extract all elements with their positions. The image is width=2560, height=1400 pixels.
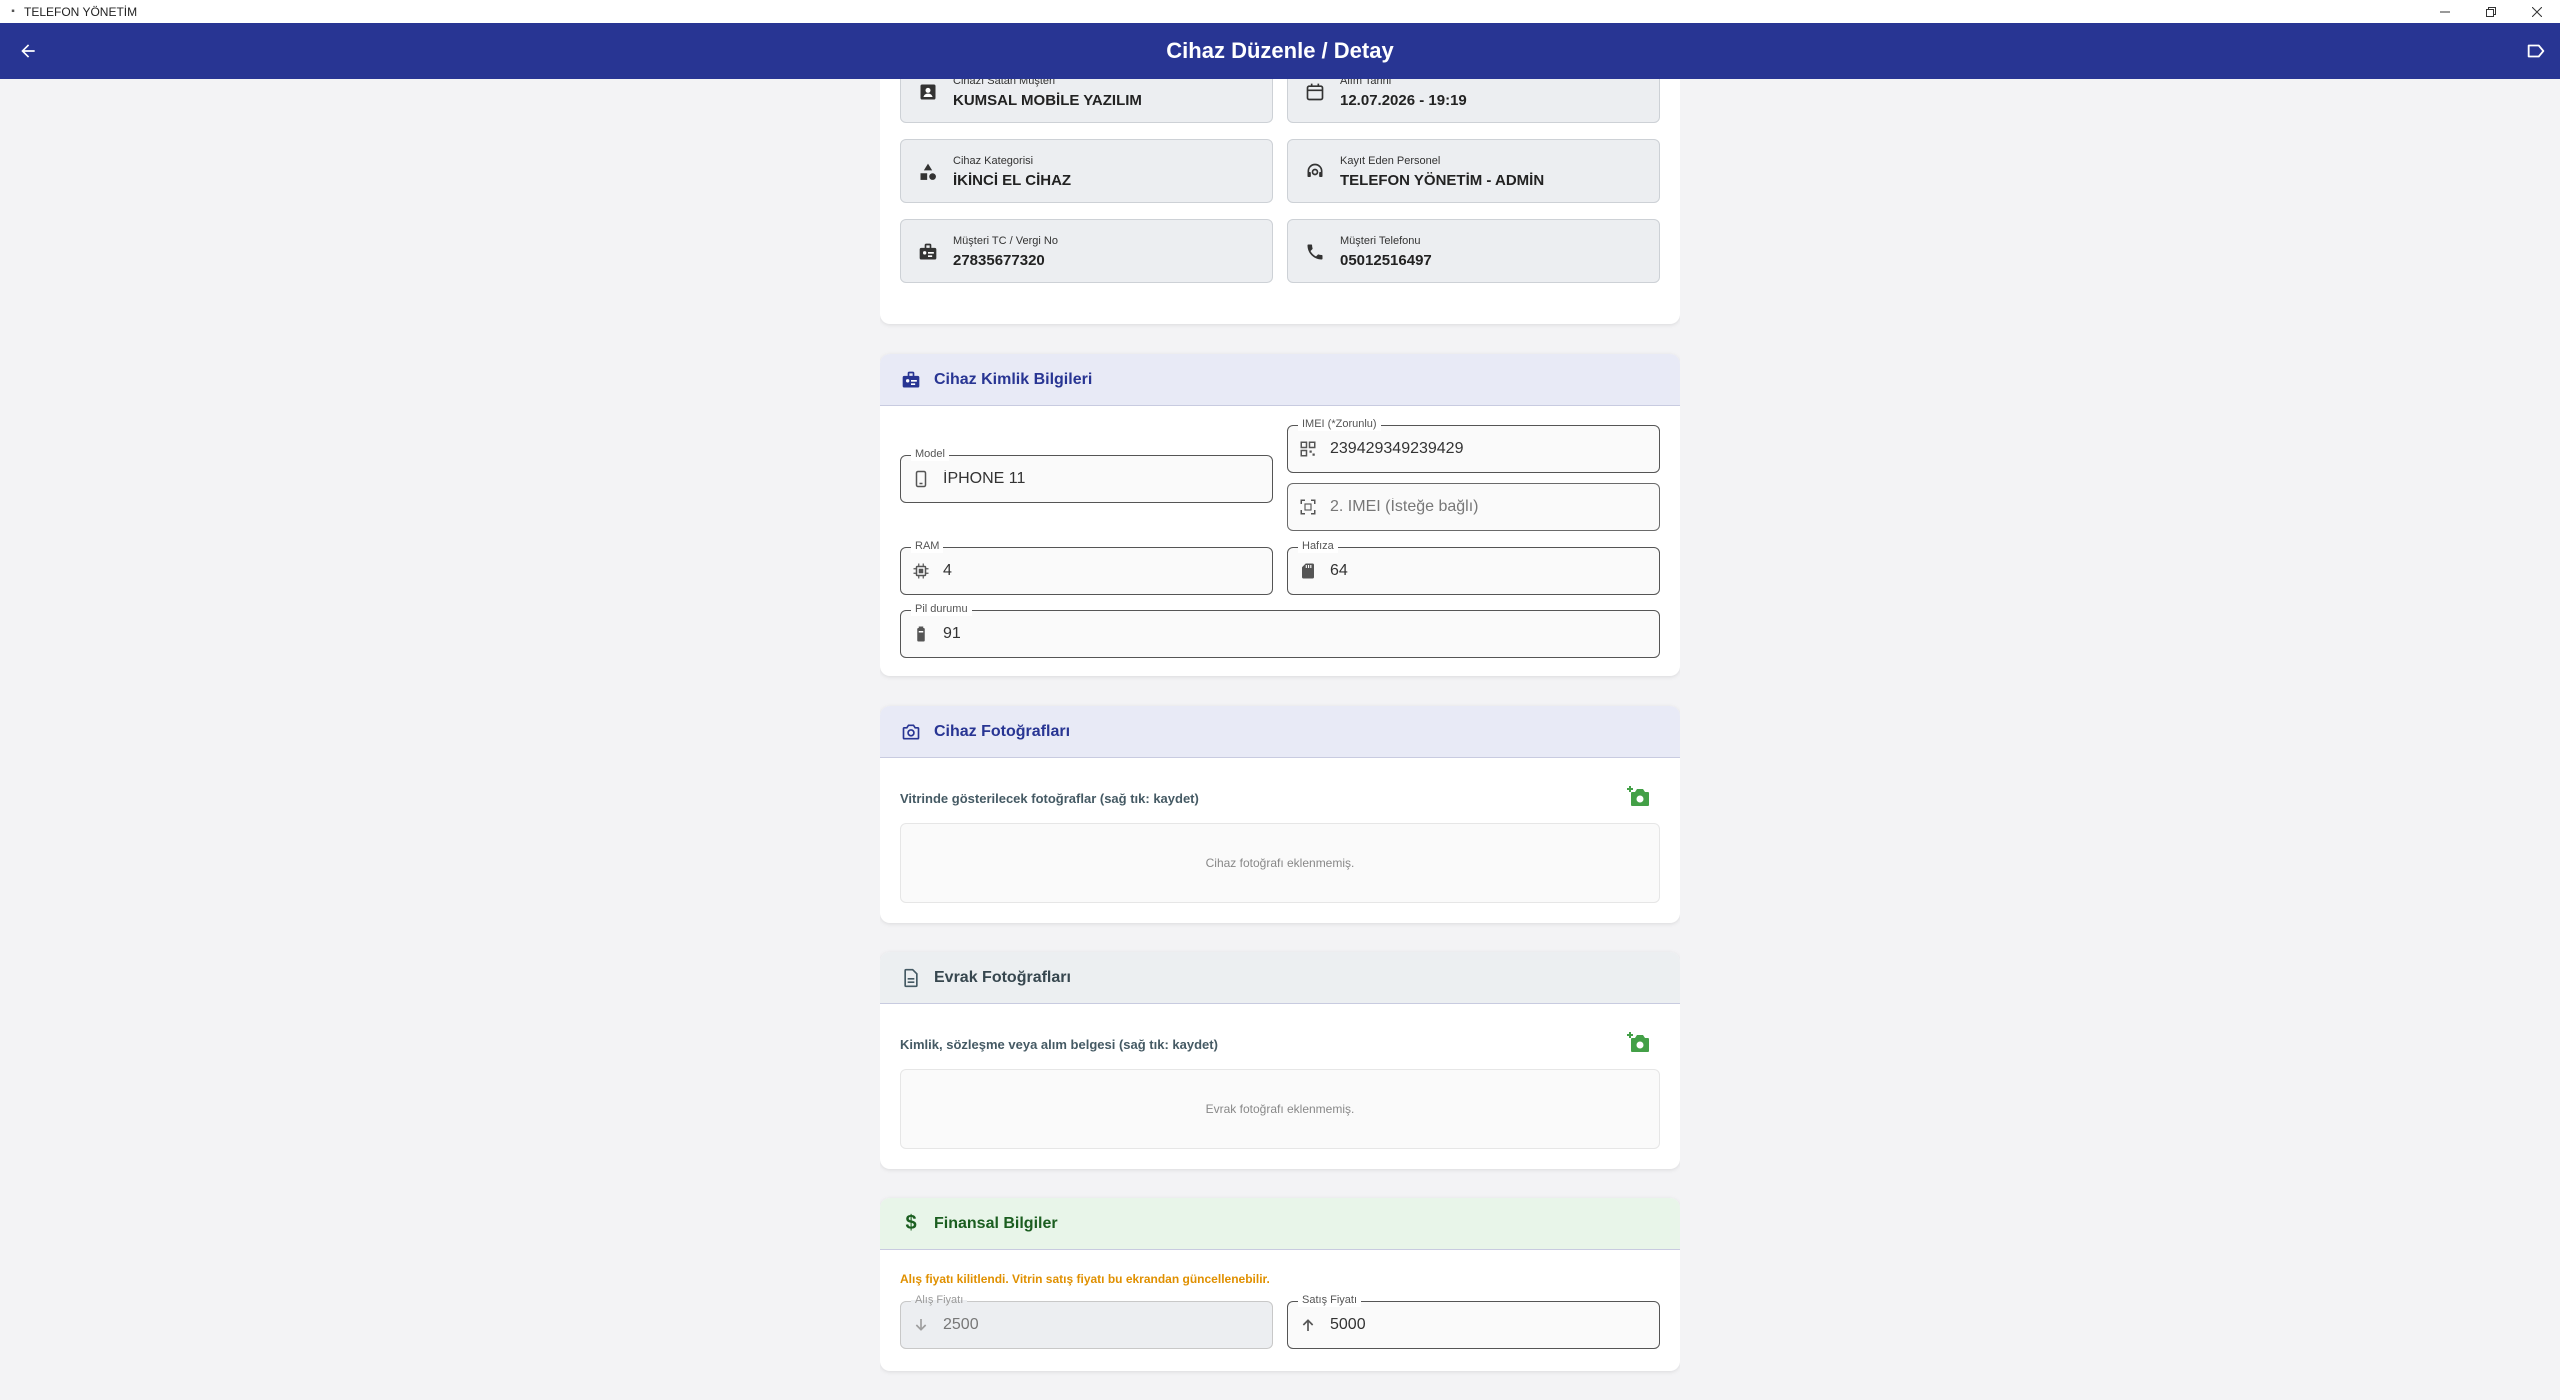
document-photos-title: Evrak Fotoğrafları bbox=[934, 968, 1071, 986]
sell-price-field[interactable]: Satış Fiyatı bbox=[1287, 1293, 1660, 1349]
device-photos-card: Cihaz Fotoğrafları Vitrinde gösterilecek… bbox=[880, 706, 1680, 923]
document-photos-card: Evrak Fotoğrafları Kimlik, sözleşme veya… bbox=[880, 952, 1680, 1169]
window-controls bbox=[2422, 0, 2560, 23]
battery-field[interactable]: Pil durumu bbox=[900, 602, 1660, 658]
device-photos-subtitle: Vitrinde gösterilecek fotoğraflar (sağ t… bbox=[900, 791, 1199, 806]
label-icon bbox=[2527, 44, 2545, 58]
info-label: Kayıt Eden Personel bbox=[1340, 155, 1441, 167]
support-agent-icon bbox=[1304, 161, 1326, 183]
qr-scanner-icon bbox=[1298, 497, 1318, 517]
page-title: Cihaz Düzenle / Detay bbox=[1166, 38, 1394, 63]
smartphone-icon bbox=[911, 469, 931, 489]
info-label: Müşteri TC / Vergi No bbox=[953, 235, 1058, 247]
finance-warning: Alış fiyatı kilitlendi. Vitrin satış fiy… bbox=[900, 1272, 1270, 1286]
arrow-down-icon bbox=[911, 1315, 931, 1335]
customer-info-card: Cihazı Satan Müşteri KUMSAL MOBİLE YAZIL… bbox=[880, 79, 1680, 324]
label-button[interactable] bbox=[2522, 37, 2550, 65]
document-icon bbox=[900, 967, 922, 989]
minimize-button[interactable] bbox=[2422, 0, 2468, 23]
device-photos-header: Cihaz Fotoğrafları bbox=[880, 706, 1680, 758]
add-device-photo-button[interactable] bbox=[1625, 784, 1653, 810]
customer-phone-box: Müşteri Telefonu 05012516497 bbox=[1287, 219, 1660, 283]
buy-price-field: Alış Fiyatı bbox=[900, 1293, 1273, 1349]
info-value: TELEFON YÖNETİM - ADMİN bbox=[1340, 172, 1545, 189]
close-icon bbox=[2532, 6, 2542, 17]
finance-title: Finansal Bilgiler bbox=[934, 1214, 1058, 1232]
sell-price-input[interactable] bbox=[1330, 1302, 1649, 1348]
app-bar: Cihaz Düzenle / Detay bbox=[0, 23, 2560, 79]
info-value: 27835677320 bbox=[953, 252, 1045, 269]
info-label: Müşteri Telefonu bbox=[1340, 235, 1421, 247]
id-badge-icon bbox=[900, 369, 922, 391]
device-photos-title: Cihaz Fotoğrafları bbox=[934, 722, 1071, 740]
restore-icon bbox=[2486, 6, 2496, 17]
info-value: KUMSAL MOBİLE YAZILIM bbox=[953, 92, 1142, 109]
scroll-content[interactable]: Cihazı Satan Müşteri KUMSAL MOBİLE YAZIL… bbox=[880, 79, 1680, 1400]
info-value: İKİNCİ EL CİHAZ bbox=[953, 172, 1072, 189]
document-photos-empty: Evrak fotoğrafı eklenmemiş. bbox=[900, 1069, 1660, 1149]
dollar-icon: $ bbox=[905, 1212, 917, 1234]
battery-input[interactable] bbox=[943, 611, 1649, 657]
qr-code-icon bbox=[1298, 439, 1318, 459]
imei1-input[interactable] bbox=[1330, 426, 1649, 472]
purchase-date-box: Alım Tarihi 12.07.2026 - 19:19 bbox=[1287, 79, 1660, 123]
info-label: Cihaz Kategorisi bbox=[953, 155, 1034, 167]
ram-field[interactable]: RAM bbox=[900, 539, 1273, 595]
document-photos-subtitle: Kimlik, sözleşme veya alım belgesi (sağ … bbox=[900, 1037, 1218, 1052]
document-photos-header: Evrak Fotoğrafları bbox=[880, 952, 1680, 1004]
device-identity-card: Cihaz Kimlik Bilgileri Model IMEI (*Zoru… bbox=[880, 354, 1680, 676]
sd-card-icon bbox=[1298, 561, 1318, 581]
imei1-field[interactable]: IMEI (*Zorunlu) bbox=[1287, 417, 1660, 473]
device-photos-empty: Cihaz fotoğrafı eklenmemiş. bbox=[900, 823, 1660, 903]
ram-input[interactable] bbox=[943, 548, 1262, 594]
recording-staff-box: Kayıt Eden Personel TELEFON YÖNETİM - AD… bbox=[1287, 139, 1660, 203]
model-input[interactable] bbox=[943, 456, 1262, 502]
finance-header: $ Finansal Bilgiler bbox=[880, 1198, 1680, 1250]
customer-tax-id-box: Müşteri TC / Vergi No 27835677320 bbox=[900, 219, 1273, 283]
imei2-input[interactable] bbox=[1330, 484, 1649, 530]
phone-icon bbox=[1304, 241, 1326, 263]
restore-button[interactable] bbox=[2468, 0, 2514, 23]
buy-price-input bbox=[943, 1302, 1262, 1348]
add-photo-icon bbox=[1627, 1032, 1649, 1052]
finance-card: $ Finansal Bilgiler Alış fiyatı kilitlen… bbox=[880, 1198, 1680, 1371]
camera-icon bbox=[900, 721, 922, 743]
add-document-photo-button[interactable] bbox=[1625, 1030, 1653, 1056]
battery-icon bbox=[911, 624, 931, 644]
id-badge-icon bbox=[917, 241, 939, 263]
memory-chip-icon bbox=[911, 561, 931, 581]
category-icon bbox=[917, 161, 939, 183]
storage-field[interactable]: Hafıza bbox=[1287, 539, 1660, 595]
contact-card-icon bbox=[917, 81, 939, 103]
device-category-box: Cihaz Kategorisi İKİNCİ EL CİHAZ bbox=[900, 139, 1273, 203]
arrow-up-icon bbox=[1298, 1315, 1318, 1335]
add-photo-icon bbox=[1627, 786, 1649, 806]
close-button[interactable] bbox=[2514, 0, 2560, 23]
back-button[interactable] bbox=[14, 37, 42, 65]
seller-customer-box: Cihazı Satan Müşteri KUMSAL MOBİLE YAZIL… bbox=[900, 79, 1273, 123]
model-field[interactable]: Model bbox=[900, 447, 1273, 503]
imei2-field[interactable] bbox=[1287, 483, 1660, 531]
window-titlebar: ▪ TELEFON YÖNETİM bbox=[0, 0, 2560, 23]
minimize-icon bbox=[2440, 11, 2450, 12]
app-icon: ▪ bbox=[11, 6, 15, 17]
identity-header: Cihaz Kimlik Bilgileri bbox=[880, 354, 1680, 406]
calendar-icon bbox=[1304, 81, 1326, 103]
arrow-back-icon bbox=[21, 44, 35, 58]
info-value: 12.07.2026 - 19:19 bbox=[1340, 92, 1467, 109]
storage-input[interactable] bbox=[1330, 548, 1649, 594]
ram-label: RAM bbox=[911, 539, 944, 553]
info-label: Alım Tarihi bbox=[1340, 79, 1392, 87]
info-value: 05012516497 bbox=[1340, 252, 1432, 269]
identity-title: Cihaz Kimlik Bilgileri bbox=[934, 370, 1093, 388]
window-title: TELEFON YÖNETİM bbox=[24, 4, 138, 19]
info-label: Cihazı Satan Müşteri bbox=[953, 79, 1056, 87]
